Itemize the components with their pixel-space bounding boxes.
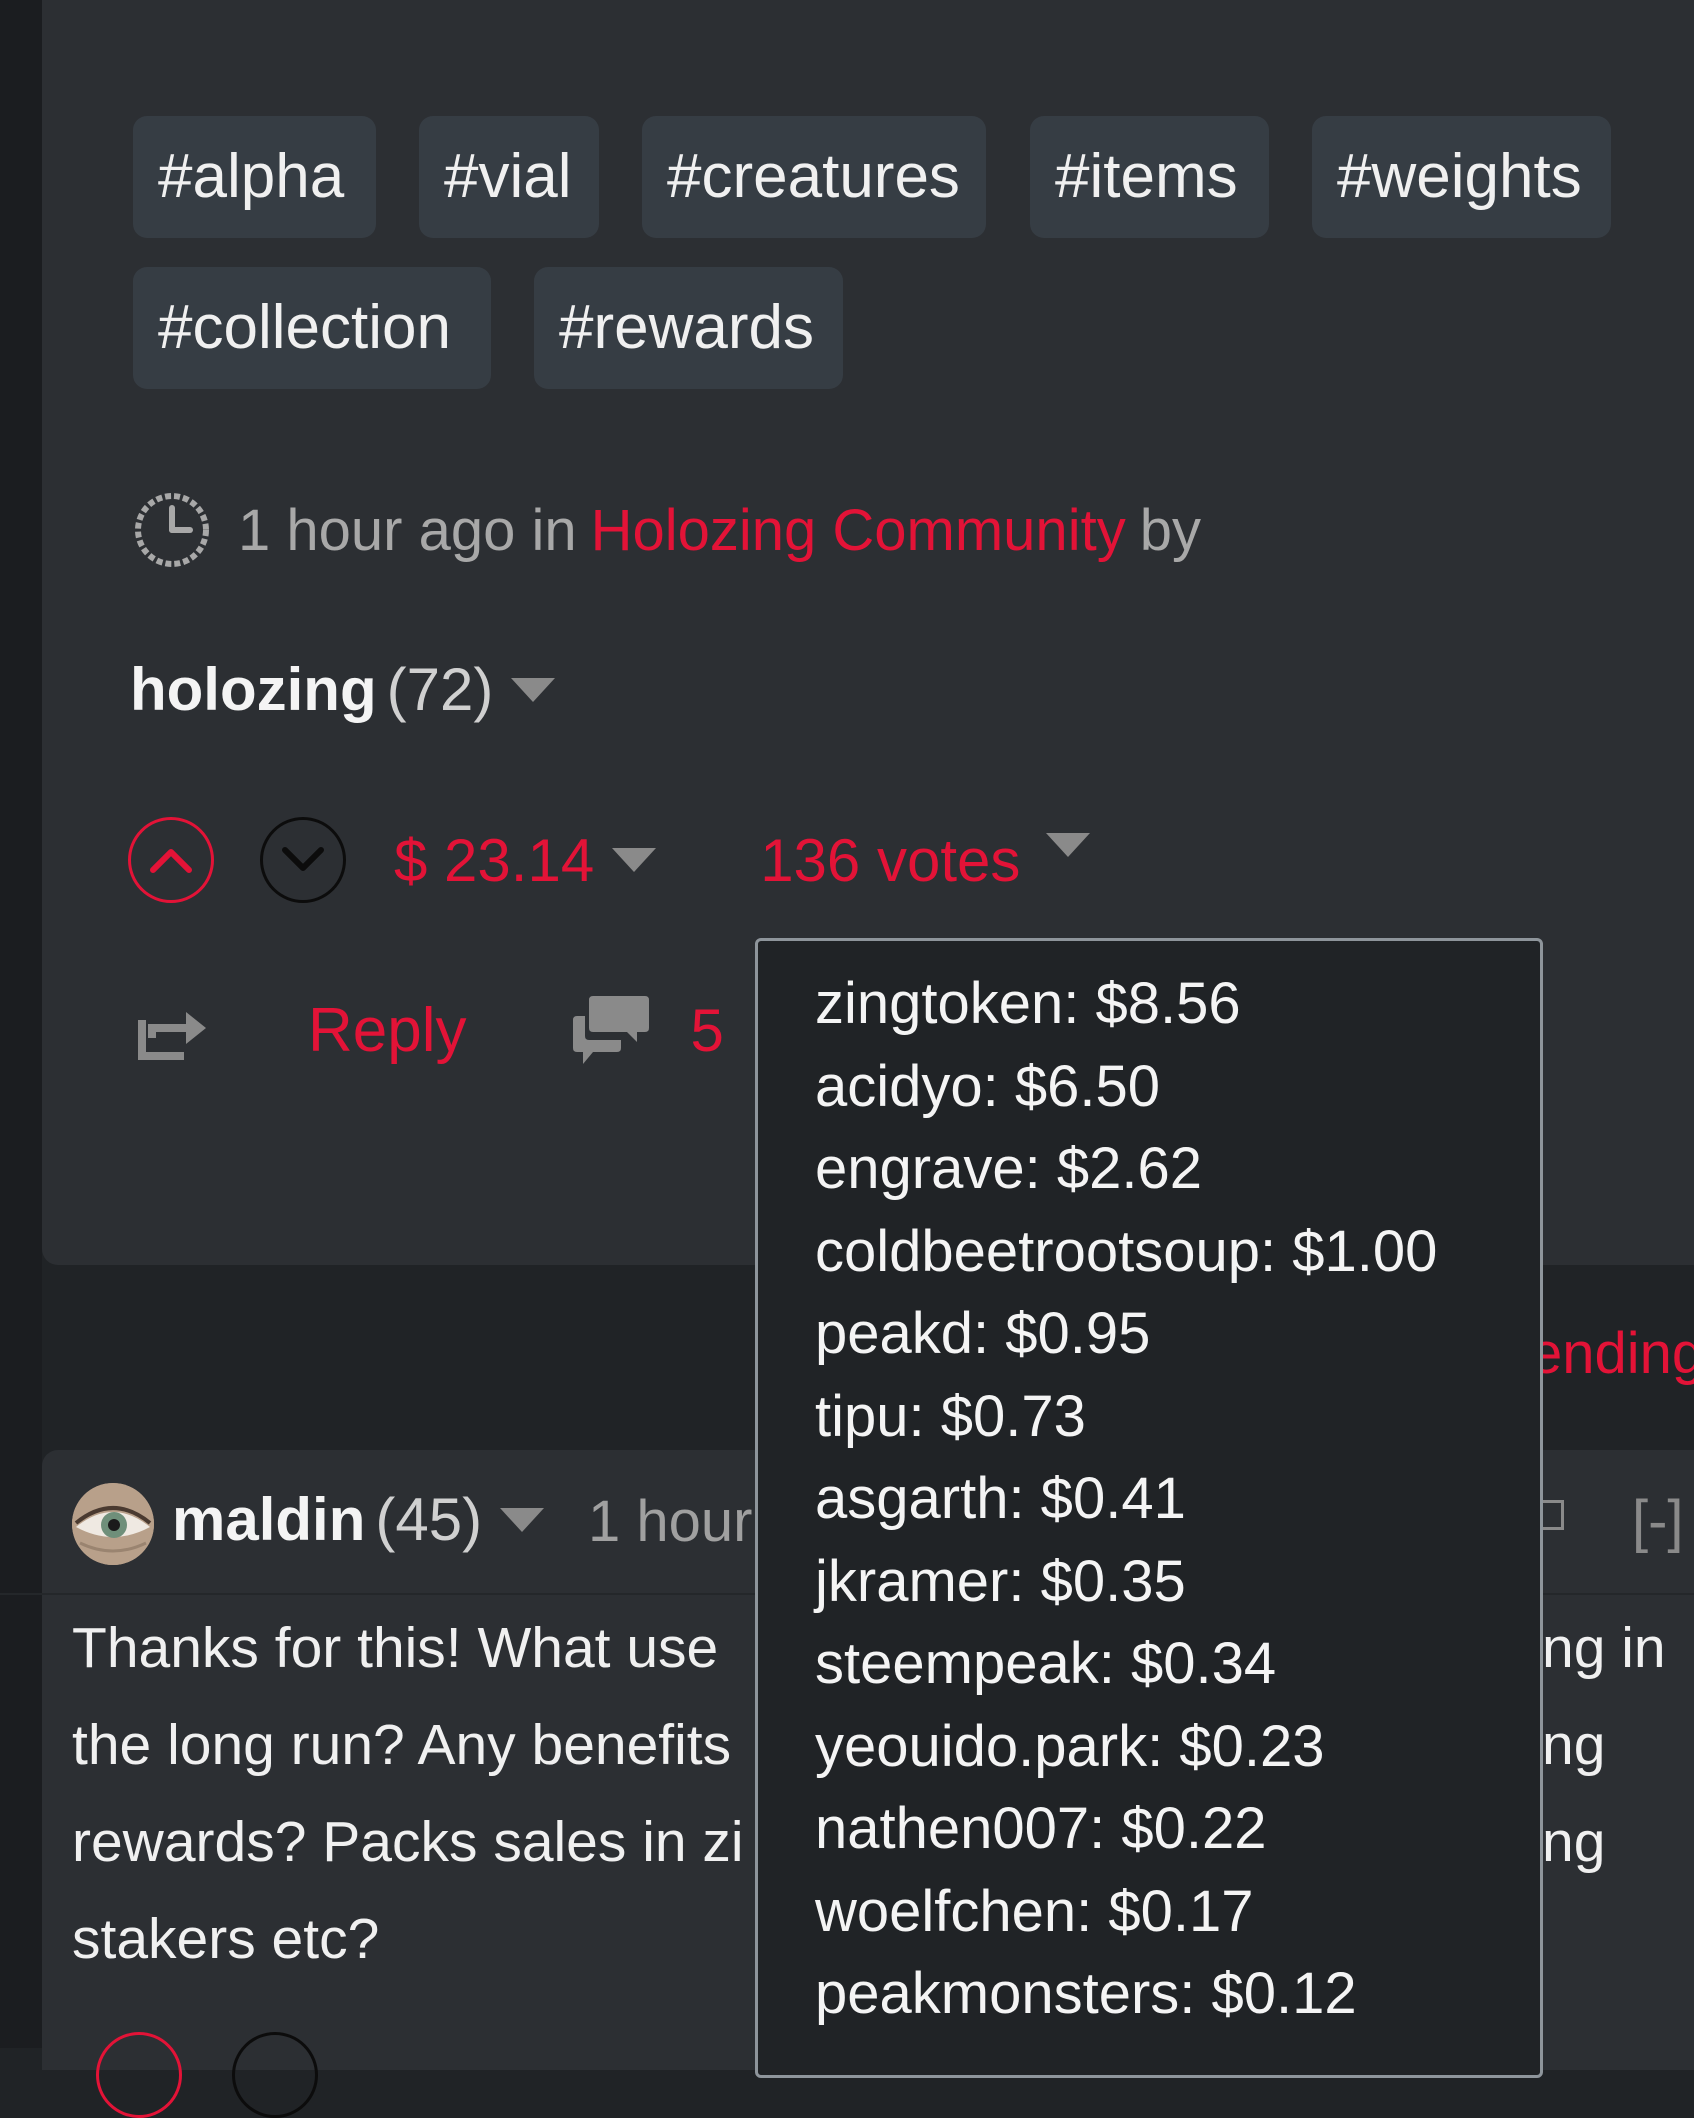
payout-caret-icon[interactable]	[612, 848, 657, 872]
avatar-eye-image	[72, 1483, 154, 1565]
payout-value[interactable]: $ 23.14	[394, 826, 594, 895]
comment-author-reputation: (45)	[375, 1486, 483, 1553]
reply-button[interactable]: Reply	[308, 995, 467, 1066]
voter-row: acidyo: $6.50	[815, 1053, 1161, 1119]
voters-tooltip: zingtoken: $8.56 acidyo: $6.50 engrave: …	[755, 938, 1543, 2078]
voter-row: yeouido.park: $0.23	[815, 1713, 1325, 1779]
author-name[interactable]: holozing	[130, 655, 377, 724]
tag-collection[interactable]: #collection	[133, 267, 491, 389]
avatar[interactable]	[72, 1483, 154, 1565]
tag-rewards[interactable]: #rewards	[534, 267, 843, 389]
voter-row: asgarth: $0.41	[815, 1466, 1186, 1531]
voter-row: steempeak: $0.34	[815, 1631, 1277, 1696]
voter-row: coldbeetrootsoup: $1.00	[815, 1218, 1438, 1284]
comment-collapse-toggle[interactable]: [-]	[1632, 1488, 1684, 1555]
comment-downvote-button[interactable]	[232, 2032, 318, 2118]
reblog-icon[interactable]	[136, 998, 210, 1062]
voter-row: peakd: $0.95	[815, 1301, 1151, 1366]
voter-row: tipu: $0.73	[815, 1383, 1086, 1449]
author-menu-caret-icon[interactable]	[511, 677, 556, 702]
by-label: by	[1139, 497, 1201, 563]
voter-row: engrave: $2.62	[815, 1136, 1202, 1201]
left-rail	[0, 0, 42, 2048]
tag-creatures[interactable]: #creatures	[642, 116, 986, 238]
voter-row: jkramer: $0.35	[815, 1548, 1186, 1614]
post-actions: Reply 5	[136, 980, 724, 1080]
comment-author: maldin (45)	[172, 1485, 545, 1554]
community-link[interactable]: Holozing Community	[591, 497, 1126, 564]
comment-link-icon[interactable]	[1540, 1500, 1564, 1530]
clock-icon	[135, 493, 209, 567]
tag-weights[interactable]: #weights	[1312, 116, 1611, 238]
tag-vial[interactable]: #vial	[419, 116, 599, 238]
votes-caret-icon[interactable]	[1046, 833, 1091, 857]
sort-dropdown[interactable]: ending	[1530, 1320, 1694, 1387]
upvote-icon	[150, 849, 192, 873]
voter-row: zingtoken: $8.56	[815, 971, 1241, 1036]
post-meta: 1 hour ago in Holozing Community by	[132, 490, 1201, 570]
comments-icon[interactable]	[571, 992, 651, 1068]
vote-bar: $ 23.14 136 votes	[128, 815, 1091, 905]
post-time: 1 hour ago in	[238, 497, 577, 563]
comment-author-name[interactable]: maldin	[172, 1485, 365, 1554]
author-reputation: (72)	[386, 656, 494, 723]
comment-count[interactable]: 5	[691, 996, 724, 1065]
comment-author-caret-icon[interactable]	[500, 1507, 545, 1532]
votes-count[interactable]: 136 votes	[760, 826, 1020, 895]
downvote-icon	[282, 847, 324, 871]
tag-items[interactable]: #items	[1030, 116, 1269, 238]
downvote-button[interactable]	[260, 817, 346, 903]
comment-time: 1 hour	[588, 1489, 753, 1554]
tag-alpha[interactable]: #alpha	[133, 116, 376, 238]
voter-row: nathen007: $0.22	[815, 1796, 1267, 1861]
voter-row: woelfchen: $0.17	[815, 1878, 1254, 1944]
post-author: holozing (72)	[130, 655, 556, 724]
upvote-button[interactable]	[128, 817, 214, 903]
comment-upvote-button[interactable]	[96, 2032, 182, 2118]
voter-row: peakmonsters: $0.12	[815, 1961, 1357, 2026]
